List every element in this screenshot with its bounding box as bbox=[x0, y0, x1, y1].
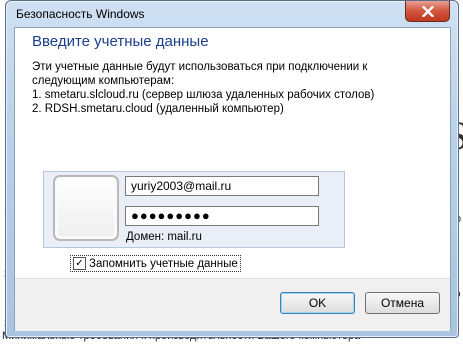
description-line: 1. smetaru.slcloud.ru (сервер шлюза удал… bbox=[32, 89, 375, 101]
dialog-heading: Введите учетные данные bbox=[32, 33, 209, 50]
username-input[interactable] bbox=[125, 176, 319, 196]
description-line: следующим компьютерам: bbox=[32, 75, 175, 87]
cancel-button[interactable]: Отмена bbox=[365, 292, 440, 314]
dialog-content: Введите учетные данные Эти учетные данны… bbox=[15, 28, 450, 278]
ok-button[interactable]: OK bbox=[280, 292, 355, 314]
checkbox-check-icon[interactable]: ✓ bbox=[73, 257, 86, 270]
description-line: 2. RDSH.smetaru.cloud (удаленный компьют… bbox=[32, 103, 284, 115]
domain-label: Домен: mail.ru bbox=[126, 231, 202, 243]
user-avatar-icon bbox=[53, 175, 119, 241]
close-icon bbox=[421, 5, 434, 17]
description-line: Эти учетные данные будут использоваться … bbox=[32, 61, 368, 73]
close-button[interactable] bbox=[405, 1, 450, 22]
remember-credentials-label: Запомнить учетные данные bbox=[89, 257, 238, 270]
window-title: Безопасность Windows bbox=[16, 7, 145, 21]
dialog-button-bar: OK Отмена bbox=[15, 278, 450, 331]
dialog-client-area: Введите учетные данные Эти учетные данны… bbox=[14, 27, 451, 331]
remember-credentials-checkbox[interactable]: ✓ Запомнить учетные данные bbox=[70, 255, 241, 272]
dialog-description: Эти учетные данные будут использоваться … bbox=[32, 60, 374, 116]
security-dialog: Безопасность Windows Введите учетные дан… bbox=[5, 0, 459, 338]
password-input[interactable]: ●●●●●●●●● bbox=[125, 206, 319, 226]
